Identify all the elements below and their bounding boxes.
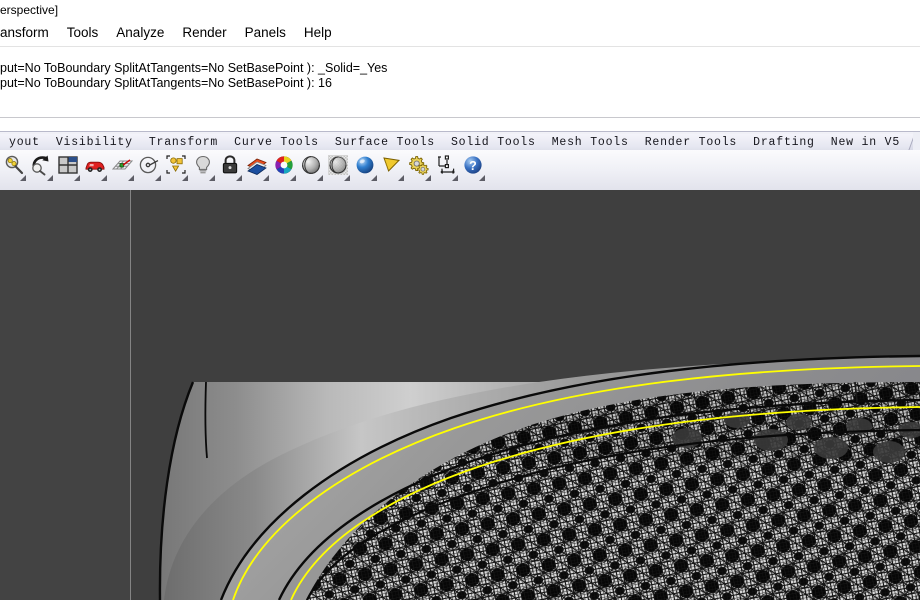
toolbar-button-set-view-target[interactable]	[135, 154, 162, 184]
menu-item-ansform[interactable]: ansform	[0, 20, 58, 46]
menu-item-panels[interactable]: Panels	[236, 20, 295, 46]
menu-item-tools[interactable]: Tools	[58, 20, 108, 46]
toolbar-button-shaded-display[interactable]	[297, 154, 324, 184]
flyout-corner-icon[interactable]	[479, 175, 485, 181]
command-history-line: put=No ToBoundary SplitAtTangents=No Set…	[0, 76, 332, 90]
perspective-viewport[interactable]	[0, 190, 920, 600]
toolbar-tab-label: New in V5	[830, 136, 901, 149]
toolbar-tab-label: Drafting	[753, 136, 815, 149]
toolbar-button-rendered-display[interactable]	[351, 154, 378, 184]
toolbar-button-lights-bulb[interactable]	[189, 154, 216, 184]
flyout-corner-icon[interactable]	[371, 175, 377, 181]
icon-toolbar: ?	[0, 150, 920, 191]
toolbar-tabs: yout Visibility Transform Curve Tools Surfac…	[0, 132, 908, 151]
toolbar-button-four-viewport-layout[interactable]	[54, 154, 81, 184]
rhino-application-window: erspective] ansform Tools Analyze Render Pan…	[0, 0, 920, 600]
toolbar-tab-label: Solid Tools	[450, 136, 536, 149]
toolbar-button-undo-view-change[interactable]	[27, 154, 54, 184]
toolbar-tab-render-tools[interactable]: Render Tools	[635, 134, 745, 151]
toolbar-tab-drafting[interactable]: Drafting	[744, 134, 822, 151]
viewport-right-pane[interactable]	[131, 190, 920, 600]
toolbar-tab-yout[interactable]: yout	[0, 134, 47, 151]
svg-text:?: ?	[469, 159, 477, 173]
toolbar-button-select-objects[interactable]	[162, 154, 189, 184]
command-history-line: put=No ToBoundary SplitAtTangents=No Set…	[0, 61, 388, 75]
flyout-corner-icon[interactable]	[47, 175, 53, 181]
viewport-left-pane[interactable]	[0, 190, 130, 600]
flyout-corner-icon[interactable]	[425, 175, 431, 181]
toolbar-button-dimension-tools[interactable]	[432, 154, 459, 184]
viewport-3d-scene	[131, 190, 920, 600]
command-history-pane[interactable]: put=No ToBoundary SplitAtTangents=No Set…	[0, 47, 920, 117]
toolbar-button-layers-color[interactable]	[243, 154, 270, 184]
toolbar-tab-visibility[interactable]: Visibility	[46, 134, 140, 151]
toolbar-button-color-wheel[interactable]	[270, 154, 297, 184]
toolbar-button-named-views-car[interactable]	[81, 154, 108, 184]
toolbar-button-render-preview-arrow[interactable]	[378, 154, 405, 184]
flyout-corner-icon[interactable]	[398, 175, 404, 181]
flyout-corner-icon[interactable]	[263, 175, 269, 181]
toolbar-button-ghosted-display[interactable]	[324, 154, 351, 184]
flyout-corner-icon[interactable]	[182, 175, 188, 181]
flyout-corner-icon[interactable]	[74, 175, 80, 181]
menu-item-help[interactable]: Help	[295, 20, 341, 46]
toolbar-tab-label: Surface Tools	[334, 136, 435, 149]
flyout-corner-icon[interactable]	[344, 175, 350, 181]
flyout-corner-icon[interactable]	[209, 175, 215, 181]
toolbar-tab-strip: yout Visibility Transform Curve Tools Surfac…	[0, 131, 920, 151]
toolbar-tab-label: yout	[9, 136, 40, 149]
toolbar-tab-label: Curve Tools	[234, 136, 319, 149]
toolbar-button-zoom-extents[interactable]	[0, 154, 27, 184]
toolbar-button-construction-plane[interactable]	[108, 154, 135, 184]
window-title-bar: erspective]	[0, 0, 920, 20]
scene-geometry	[131, 190, 920, 600]
toolbar-tab-curve-tools[interactable]: Curve Tools	[225, 134, 326, 151]
flyout-corner-icon[interactable]	[452, 175, 458, 181]
toolbar-tab-label: Mesh Tools	[551, 136, 629, 149]
toolbar-tab-surface-tools[interactable]: Surface Tools	[325, 134, 442, 151]
command-prompt-line[interactable]	[0, 118, 920, 131]
menu-item-analyze[interactable]: Analyze	[107, 20, 173, 46]
flyout-corner-icon[interactable]	[101, 175, 107, 181]
window-title: erspective]	[0, 3, 59, 17]
toolbar-button-help[interactable]: ?	[459, 154, 486, 184]
flyout-corner-icon[interactable]	[128, 175, 134, 181]
toolbar-tab-label: Visibility	[55, 136, 133, 149]
toolbar-tab-label: Render Tools	[644, 136, 738, 149]
menu-bar: ansform Tools Analyze Render Panels Help	[0, 20, 920, 47]
toolbar-tab-label: Transform	[148, 136, 219, 149]
flyout-corner-icon[interactable]	[155, 175, 161, 181]
flyout-corner-icon[interactable]	[20, 175, 26, 181]
toolbar-tab-mesh-tools[interactable]: Mesh Tools	[542, 134, 636, 151]
toolbar-tab-solid-tools[interactable]: Solid Tools	[441, 134, 543, 151]
flyout-corner-icon[interactable]	[236, 175, 242, 181]
toolbar-tab-new-in-v5[interactable]: New in V5	[821, 134, 908, 151]
toolbar-button-lock-layer[interactable]	[216, 154, 243, 184]
toolbar-button-render-settings-gears[interactable]	[405, 154, 432, 184]
flyout-corner-icon[interactable]	[290, 175, 296, 181]
toolbar-tab-strip-filler	[913, 132, 920, 151]
menu-item-render[interactable]: Render	[173, 20, 235, 46]
toolbar-tab-transform[interactable]: Transform	[139, 134, 226, 151]
flyout-corner-icon[interactable]	[317, 175, 323, 181]
